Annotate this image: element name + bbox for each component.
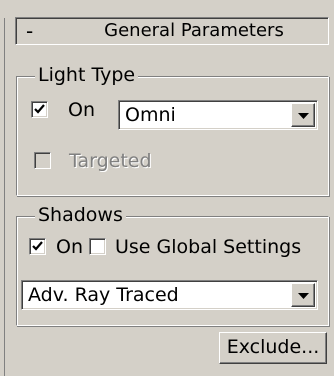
chevron-down-icon: [298, 293, 309, 299]
shadow-type-dropdown-button[interactable]: [291, 283, 315, 307]
rollout-collapse-toggle[interactable]: -: [26, 19, 33, 43]
use-global-settings-checkbox[interactable]: [89, 238, 106, 255]
rollout-title: General Parameters: [104, 20, 284, 41]
shadows-on-checkbox[interactable]: [29, 238, 46, 255]
use-global-settings-label[interactable]: Use Global Settings: [115, 236, 301, 258]
exclude-button[interactable]: Exclude...: [219, 332, 327, 364]
rollout-header-general-parameters[interactable]: - General Parameters: [15, 17, 329, 45]
targeted-checkbox[interactable]: [34, 152, 51, 169]
shadows-group-label: Shadows: [35, 204, 126, 226]
panel-left-edge: [4, 18, 5, 376]
light-on-checkbox[interactable]: [31, 101, 48, 118]
shadow-type-value: Adv. Ray Traced: [28, 284, 179, 306]
checkmark-icon: [34, 104, 45, 114]
light-on-label[interactable]: On: [68, 99, 95, 121]
light-type-group-label: Light Type: [35, 64, 139, 86]
targeted-label: Targeted: [69, 150, 152, 172]
checkmark-icon: [32, 241, 43, 251]
light-type-group: [16, 76, 329, 196]
light-type-value: Omni: [125, 104, 176, 126]
light-type-dropdown-button[interactable]: [291, 103, 315, 127]
chevron-down-icon: [298, 113, 309, 119]
shadows-on-label[interactable]: On: [56, 236, 83, 258]
shadow-type-dropdown[interactable]: Adv. Ray Traced: [21, 280, 318, 310]
light-type-dropdown[interactable]: Omni: [118, 100, 318, 130]
